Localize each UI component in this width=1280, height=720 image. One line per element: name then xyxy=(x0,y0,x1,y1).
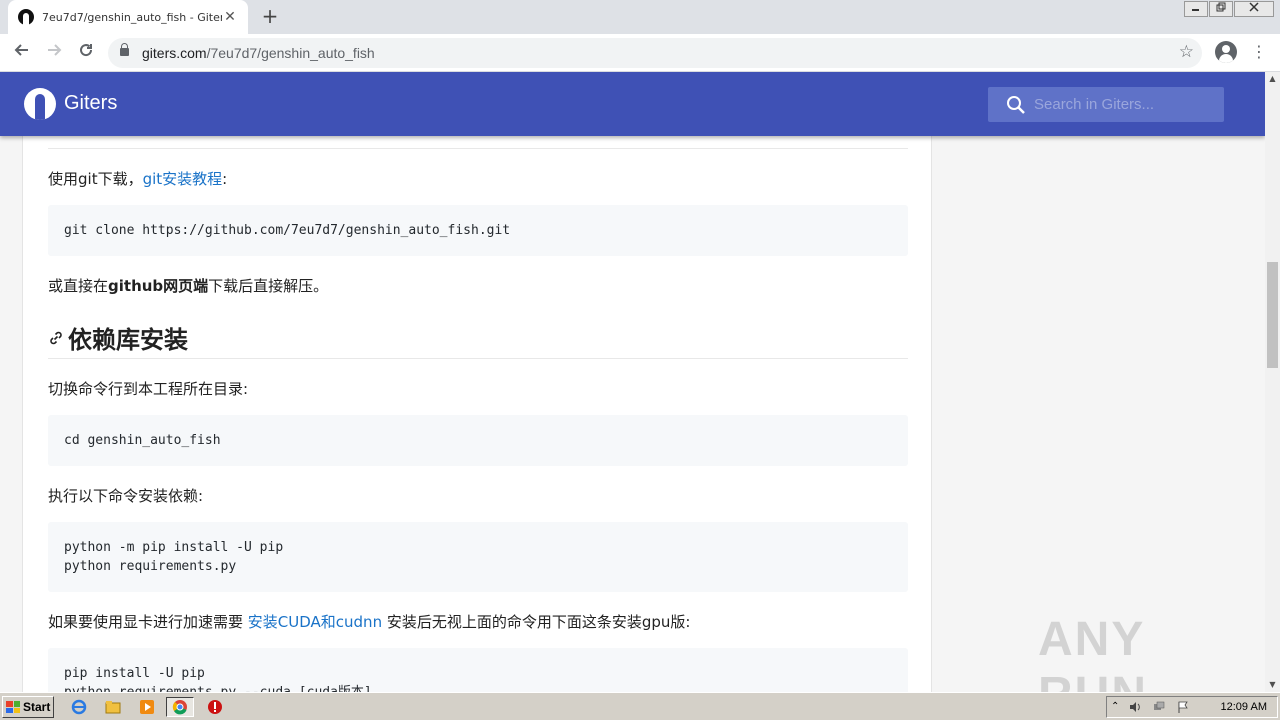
code-text: python -m pip install -U pip python requ… xyxy=(64,540,284,574)
ie-taskbar-icon[interactable] xyxy=(68,697,90,717)
url-text[interactable]: giters.com/7eu7d7/genshin_auto_fish xyxy=(142,45,375,61)
chrome-taskbar-icon[interactable] xyxy=(166,697,194,717)
page-viewport: ■ ■■ ■■ ■ 使用git下载，git安装教程: git clone htt… xyxy=(0,72,1265,692)
paragraph-git-download: 使用git下载，git安装教程: xyxy=(48,170,228,188)
close-window-button[interactable] xyxy=(1234,1,1274,17)
site-header: Giters xyxy=(0,72,1265,136)
reload-icon xyxy=(80,44,93,57)
show-hidden-icons-icon[interactable]: ⌃ xyxy=(1111,701,1123,713)
tab-title: 7eu7d7/genshin_auto_fish - Giters xyxy=(42,10,222,24)
restore-window-button[interactable] xyxy=(1209,1,1233,17)
windows-taskbar: Start ⌃ 12:09 AM xyxy=(0,692,1280,720)
site-brand[interactable]: Giters xyxy=(64,92,117,115)
search-input[interactable] xyxy=(1034,87,1214,122)
tab-strip: 7eu7d7/genshin_auto_fish - Giters ✕ + xyxy=(0,0,1280,34)
paragraph-download-zip: 或直接在github网页端下载后直接解压。 xyxy=(48,277,329,295)
account-avatar-icon[interactable] xyxy=(1215,41,1237,63)
address-bar[interactable]: giters.com/7eu7d7/genshin_auto_fish ☆ xyxy=(108,38,1202,68)
action-center-flag-icon[interactable] xyxy=(1177,701,1189,713)
restore-icon xyxy=(1216,2,1226,12)
tab-close-icon[interactable]: ✕ xyxy=(222,9,238,25)
forward-arrow-icon xyxy=(48,44,62,56)
explorer-taskbar-icon[interactable] xyxy=(102,697,124,717)
media-player-taskbar-icon[interactable] xyxy=(136,697,158,717)
code-block-pip-install: python -m pip install -U pip python requ… xyxy=(48,522,908,592)
code-text: git clone https://github.com/7eu7d7/gens… xyxy=(64,223,511,238)
code-text: pip install -U pip python requirements.p… xyxy=(64,666,372,692)
paragraph-install-deps: 执行以下命令安装依赖: xyxy=(48,487,204,505)
section-divider xyxy=(48,358,908,359)
giters-favicon-icon xyxy=(18,9,34,25)
stop-taskbar-icon[interactable] xyxy=(204,697,226,717)
section-divider xyxy=(48,148,908,149)
scroll-down-arrow-icon[interactable]: ▼ xyxy=(1265,678,1280,692)
minimize-window-button[interactable] xyxy=(1184,1,1208,17)
reload-button[interactable] xyxy=(74,41,98,65)
scroll-up-arrow-icon[interactable]: ▲ xyxy=(1265,72,1280,86)
search-icon xyxy=(1007,96,1025,114)
heading-dependencies: 依赖库安装 xyxy=(48,320,188,355)
url-host: giters.com xyxy=(142,45,207,61)
giters-logo-icon[interactable] xyxy=(24,88,56,120)
anchor-link-icon[interactable] xyxy=(48,324,66,352)
scroll-thumb[interactable] xyxy=(1267,262,1278,368)
bookmark-star-icon[interactable]: ☆ xyxy=(1179,42,1194,62)
code-block-cd: cd genshin_auto_fish xyxy=(48,415,908,466)
minimize-icon xyxy=(1192,9,1199,11)
back-arrow-icon xyxy=(14,44,28,56)
paragraph-gpu-install: 如果要使用显卡进行加速需要 安装CUDA和cudnn 安装后无视上面的命令用下面… xyxy=(48,613,691,631)
system-tray: ⌃ 12:09 AM xyxy=(1106,696,1278,718)
code-block-gpu-install: pip install -U pip python requirements.p… xyxy=(48,648,908,692)
site-search[interactable] xyxy=(988,87,1224,122)
code-text: cd genshin_auto_fish xyxy=(64,433,221,448)
browser-tab[interactable]: 7eu7d7/genshin_auto_fish - Giters ✕ xyxy=(8,0,248,34)
network-icon[interactable] xyxy=(1153,701,1165,713)
forward-button[interactable] xyxy=(42,41,66,65)
paragraph-cd-dir: 切换命令行到本工程所在目录: xyxy=(48,380,249,398)
browser-menu-icon[interactable]: ⋮ xyxy=(1250,42,1268,62)
taskbar-clock[interactable]: 12:09 AM xyxy=(1221,701,1267,713)
git-install-guide-link[interactable]: git安装教程 xyxy=(143,170,223,188)
code-block-git-clone: git clone https://github.com/7eu7d7/gens… xyxy=(48,205,908,256)
back-button[interactable] xyxy=(10,41,34,65)
volume-icon[interactable] xyxy=(1129,701,1141,713)
lock-icon xyxy=(120,43,129,56)
windows-flag-icon xyxy=(6,701,20,713)
close-icon xyxy=(1249,2,1259,12)
browser-toolbar: giters.com/7eu7d7/genshin_auto_fish ☆ xyxy=(0,34,1280,72)
anyrun-watermark: ANY RUN xyxy=(1038,613,1146,692)
new-tab-button[interactable]: + xyxy=(258,6,282,28)
url-path: /7eu7d7/genshin_auto_fish xyxy=(206,45,375,61)
start-button[interactable]: Start xyxy=(2,696,54,718)
cuda-cudnn-install-link[interactable]: 安装CUDA和cudnn xyxy=(248,613,382,631)
page-scrollbar[interactable]: ▲ ▼ xyxy=(1265,72,1280,692)
